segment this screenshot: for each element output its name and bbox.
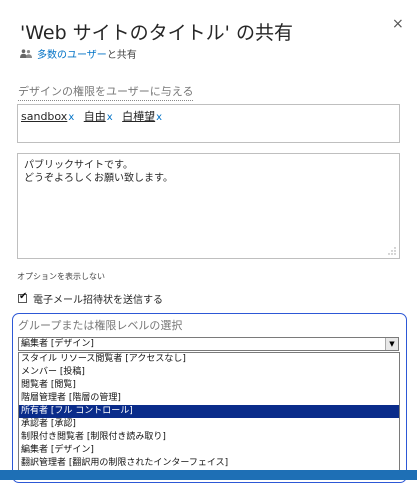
invitation-message-textarea[interactable]: パブリックサイトです。 どうぞよろしくお願い致します。 bbox=[17, 153, 400, 259]
dropdown-option[interactable]: 階層管理者 [階層の管理] bbox=[19, 392, 399, 405]
permission-dropdown-list[interactable]: スタイル リソース閲覧者 [アクセスなし] メンバー [投稿] 閲覧者 [閲覧]… bbox=[18, 352, 400, 480]
person-token-name[interactable]: 白樺望 bbox=[122, 110, 155, 123]
dropdown-option[interactable]: 制限付き閲覧者 [制限付き読み取り] bbox=[19, 431, 399, 444]
shared-with-row: 多数のユーザー と共有 bbox=[20, 46, 137, 61]
dropdown-option[interactable]: スタイル リソース閲覧者 [アクセスなし] bbox=[19, 353, 399, 366]
message-line: パブリックサイトです。 bbox=[24, 160, 133, 171]
people-picker-input[interactable]: sandboxx 自由x 白樺望x bbox=[17, 104, 400, 143]
person-token-name[interactable]: sandbox bbox=[21, 110, 67, 123]
permission-select-value: 編集者 [デザイン] bbox=[21, 339, 94, 349]
dialog-title: 'Web サイトのタイトル' の共有 bbox=[20, 22, 293, 44]
send-email-checkbox[interactable]: ✔ bbox=[18, 291, 28, 303]
person-token[interactable]: 白樺望x bbox=[122, 108, 162, 124]
remove-person-icon[interactable]: x bbox=[68, 112, 74, 123]
dropdown-option[interactable]: 翻訳管理者 [翻訳用の制限されたインターフェイス] bbox=[19, 457, 399, 470]
hide-options-link[interactable]: オプションを表示しない bbox=[17, 271, 105, 282]
resize-grip-icon[interactable] bbox=[388, 247, 396, 255]
people-icon bbox=[20, 49, 32, 58]
person-token[interactable]: 自由x bbox=[84, 108, 113, 124]
invite-permission-label[interactable]: デザインの権限をユーザーに与える bbox=[18, 83, 194, 101]
message-line: どうぞよろしくお願い致します。 bbox=[24, 173, 173, 184]
dropdown-option[interactable]: 承認者 [承認] bbox=[19, 418, 399, 431]
chevron-down-icon[interactable]: ▼ bbox=[385, 338, 398, 350]
remove-person-icon[interactable]: x bbox=[107, 112, 113, 123]
share-dialog: 'Web サイトのタイトル' の共有 × 多数のユーザー と共有 デザインの権限を… bbox=[0, 0, 417, 483]
permission-level-select[interactable]: 編集者 [デザイン] ▼ bbox=[18, 337, 399, 351]
person-token[interactable]: sandboxx bbox=[21, 110, 74, 123]
permission-group-label: グループまたは権限レベルの選択 bbox=[18, 319, 183, 332]
shared-suffix: と共有 bbox=[106, 50, 137, 61]
close-icon[interactable]: × bbox=[392, 16, 404, 32]
send-email-row[interactable]: ✔ 電子メール招待状を送信する bbox=[18, 291, 163, 306]
background-strip bbox=[0, 470, 417, 480]
send-email-label[interactable]: 電子メール招待状を送信する bbox=[33, 291, 163, 306]
dropdown-option-highlighted[interactable]: 所有者 [フル コントロール] bbox=[19, 405, 399, 418]
shared-users-link[interactable]: 多数のユーザー bbox=[37, 46, 107, 61]
dropdown-option[interactable]: 編集者 [デザイン] bbox=[19, 444, 399, 457]
check-icon: ✔ bbox=[19, 291, 28, 302]
dropdown-option[interactable]: 閲覧者 [閲覧] bbox=[19, 379, 399, 392]
dropdown-option[interactable]: メンバー [投稿] bbox=[19, 366, 399, 379]
remove-person-icon[interactable]: x bbox=[156, 112, 162, 123]
person-token-name[interactable]: 自由 bbox=[84, 110, 106, 123]
